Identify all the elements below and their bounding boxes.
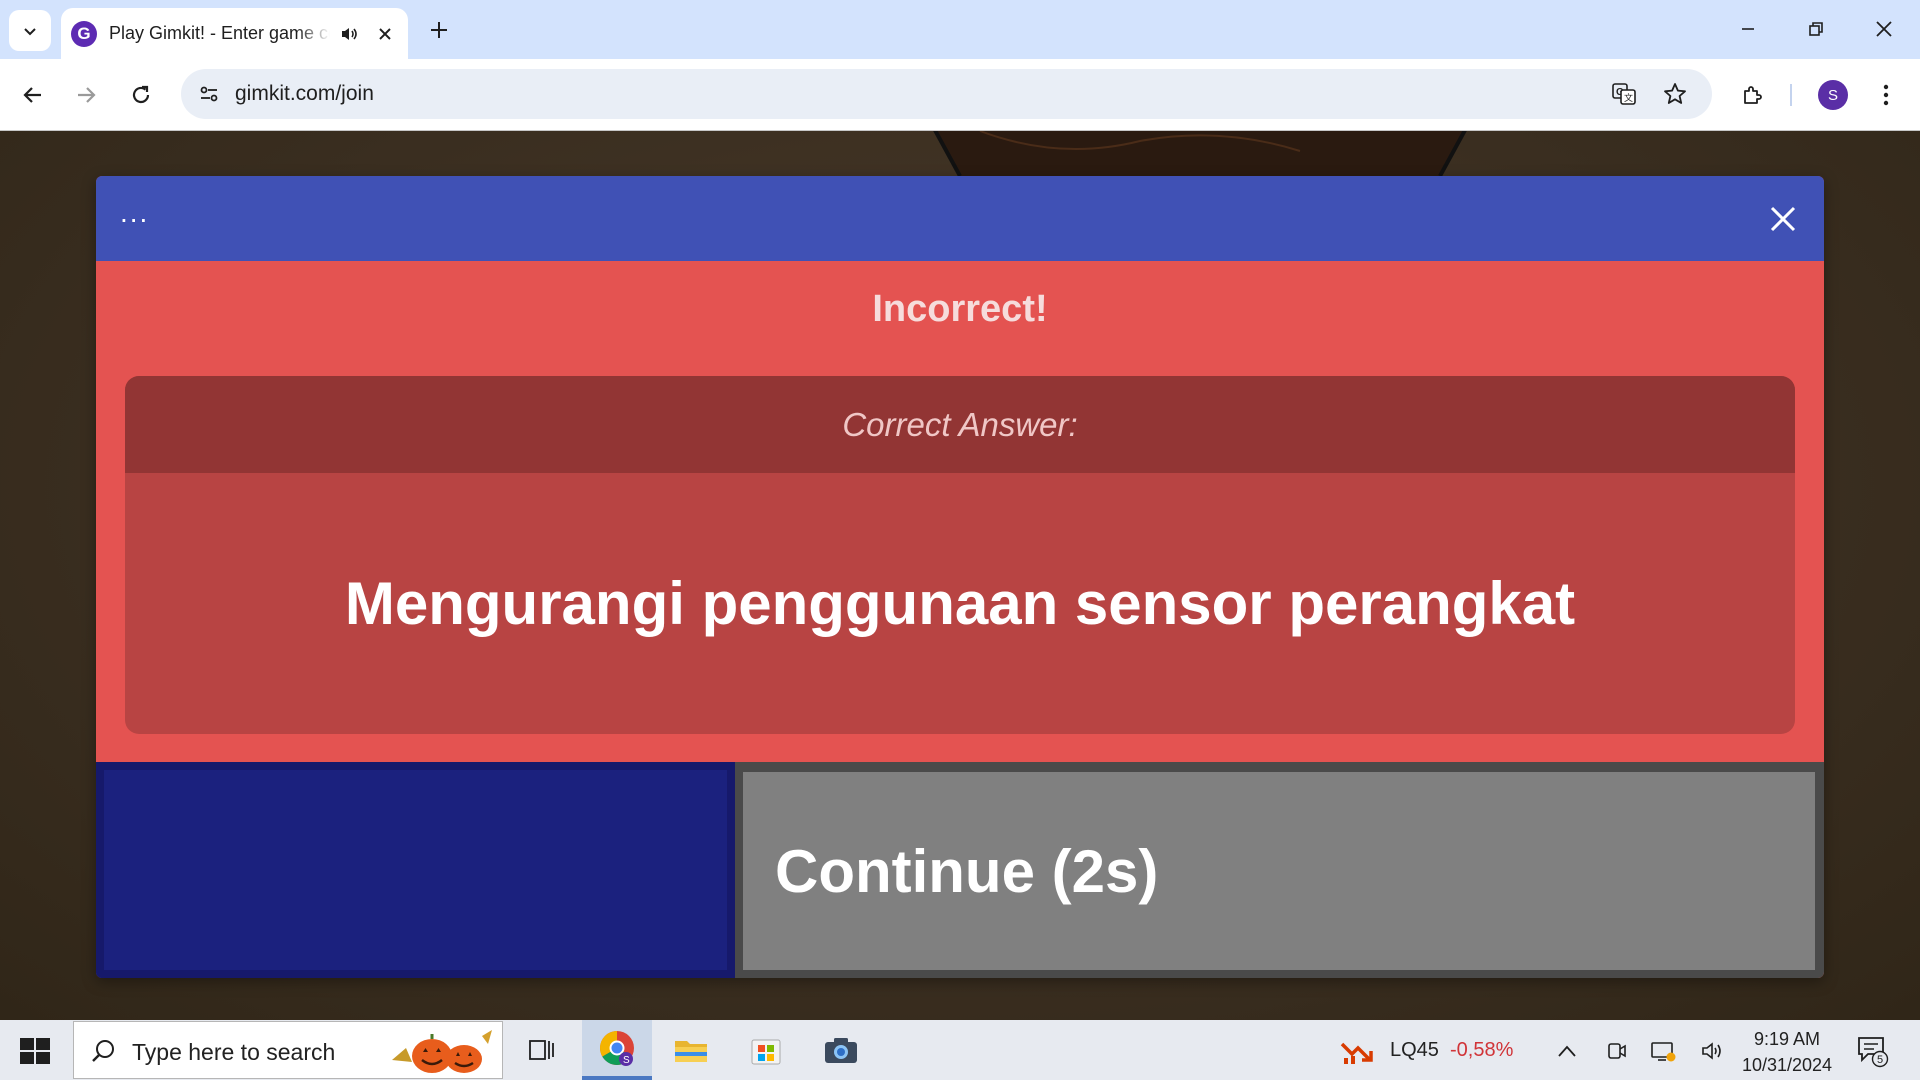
stock-name[interactable]: LQ45 [1390, 1039, 1439, 1062]
close-tab-icon[interactable] [374, 23, 396, 45]
profile-avatar[interactable]: S [1818, 80, 1848, 110]
active-tab[interactable]: G Play Gimkit! - Enter game code [61, 8, 408, 59]
stock-change[interactable]: -0,58% [1450, 1039, 1513, 1062]
notification-icon[interactable]: 5 [1856, 1034, 1890, 1068]
plus-icon [431, 22, 447, 38]
svg-text:文: 文 [1624, 92, 1633, 104]
modal-header: ... [96, 176, 1824, 261]
minimize-icon [1742, 28, 1754, 30]
windows-start-icon[interactable] [14, 1034, 56, 1068]
taskbar-clock[interactable]: 9:19 AM 10/31/2024 [1732, 1026, 1842, 1078]
taskbar: Type here to search S LQ45 -0,58% 9:19 A… [0, 1020, 1920, 1080]
tab-strip: G Play Gimkit! - Enter game code [0, 0, 1920, 59]
minimize-button[interactable] [1728, 9, 1768, 49]
continue-button[interactable]: Continue (2s) [743, 772, 1815, 970]
close-window-button[interactable] [1864, 9, 1904, 49]
correct-answer-label: Correct Answer: [842, 405, 1078, 443]
search-icon [92, 1040, 114, 1062]
background-artwork [933, 131, 1467, 177]
camera-icon [825, 1038, 857, 1063]
gimkit-favicon-icon: G [71, 20, 97, 47]
tab-search-button[interactable] [9, 10, 51, 51]
url-text[interactable]: gimkit.com/join [235, 82, 374, 106]
more-options-icon[interactable]: ... [120, 199, 156, 234]
close-icon[interactable] [1766, 202, 1800, 236]
taskbar-search-placeholder: Type here to search [132, 1039, 336, 1065]
store-icon [751, 1039, 781, 1065]
correct-answer-text: Mengurangi penggunaan sensor perangkat [344, 570, 1576, 637]
taskbar-search-box[interactable]: Type here to search [73, 1021, 503, 1079]
restore-button[interactable] [1796, 9, 1836, 49]
site-info-icon[interactable] [191, 76, 227, 112]
back-button[interactable] [13, 75, 53, 115]
correct-answer-header: Correct Answer: [125, 376, 1795, 473]
answer-result-modal: ... Incorrect! Correct Answer: Mengurang… [96, 176, 1824, 978]
task-view-button[interactable] [506, 1020, 576, 1080]
extensions-puzzle-icon[interactable] [1733, 75, 1773, 115]
taskbar-file-explorer[interactable] [656, 1020, 726, 1080]
clock-date: 10/31/2024 [1741, 1055, 1833, 1075]
task-view-icon [529, 1040, 554, 1060]
chrome-icon: S [600, 1031, 634, 1066]
arrow-right-icon [78, 87, 96, 103]
meet-now-icon[interactable] [1603, 1038, 1629, 1064]
kebab-menu-icon[interactable] [1866, 75, 1906, 115]
toolbar-separator [1790, 84, 1792, 106]
browser-toolbar: gimkit.com/join G文 S [0, 59, 1920, 131]
taskbar-camera[interactable] [806, 1020, 876, 1080]
translate-icon[interactable]: G文 [1608, 78, 1640, 110]
correct-answer-box: Correct Answer: Mengurangi penggunaan se… [125, 376, 1795, 734]
svg-text:S: S [623, 1055, 630, 1066]
chevron-up-icon[interactable] [1554, 1038, 1580, 1064]
arrow-left-icon [23, 87, 41, 103]
speaker-icon[interactable] [338, 23, 360, 45]
folder-icon [675, 1041, 707, 1062]
reload-button[interactable] [121, 75, 161, 115]
chevron-down-icon [24, 27, 36, 35]
halloween-pumpkin-icon [392, 1030, 492, 1073]
taskbar-store[interactable] [731, 1020, 801, 1080]
tab-title: Play Gimkit! - Enter game code [109, 23, 330, 43]
restore-icon [1809, 22, 1823, 36]
network-icon[interactable] [1650, 1038, 1676, 1064]
taskbar-chrome[interactable]: S [582, 1020, 652, 1080]
continue-area: Continue (2s) [96, 762, 1824, 978]
notification-count: 5 [1877, 1054, 1883, 1066]
result-title: Incorrect! [872, 288, 1048, 330]
clock-time: 9:19 AM [1753, 1029, 1821, 1049]
countdown-progress-bar [96, 762, 735, 978]
new-tab-button[interactable] [424, 15, 454, 45]
close-icon [1876, 21, 1892, 37]
reload-icon [132, 85, 150, 104]
stock-down-icon [1340, 1042, 1373, 1064]
volume-icon[interactable] [1699, 1038, 1725, 1064]
game-page: ... Incorrect! Correct Answer: Mengurang… [0, 131, 1920, 1020]
address-bar[interactable]: gimkit.com/join G文 [181, 69, 1712, 119]
bookmark-star-icon[interactable] [1659, 78, 1691, 110]
forward-button[interactable] [66, 75, 106, 115]
